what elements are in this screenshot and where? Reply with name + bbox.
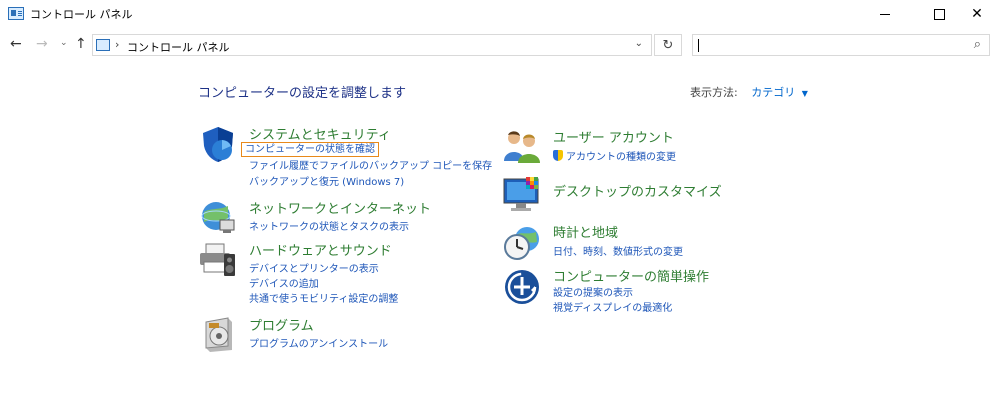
view-by-label: 表示方法: [690,86,738,99]
category-title[interactable]: ネットワークとインターネット [249,198,431,217]
control-panel-icon [8,7,24,20]
category-link[interactable]: 日付、時刻、数値形式の変更 [553,243,683,258]
network-globe-icon[interactable] [198,196,238,236]
category-title[interactable]: 時計と地域 [553,222,618,241]
minimize-button[interactable] [862,0,908,28]
forward-button[interactable]: → [36,36,48,52]
shield-icon[interactable] [198,124,238,164]
category-link-label[interactable]: アカウントの種類の変更 [566,152,676,163]
category-link[interactable]: ネットワークの状態とタスクの表示 [249,218,409,233]
window-title: コントロール パネル [30,8,133,21]
category-link[interactable]: バックアップと復元 (Windows 7) [249,173,404,188]
category-link[interactable]: コンピューターの状態を確認 [241,140,379,157]
chevron-down-icon[interactable]: ▼ [802,89,808,98]
view-by: 表示方法: カテゴリ ▼ [690,84,808,100]
desktop-color-icon[interactable] [502,175,542,215]
refresh-button[interactable]: ↻ [654,34,682,56]
printer-speaker-icon[interactable] [198,240,238,280]
category-title[interactable]: プログラム [249,315,314,334]
search-icon[interactable]: ⌕ [974,37,981,52]
users-icon[interactable] [502,127,542,167]
category-title[interactable]: ハードウェアとサウンド [249,240,392,259]
control-panel-icon [96,39,110,51]
category-title[interactable]: ユーザー アカウント [553,127,674,146]
category-title[interactable]: デスクトップのカスタマイズ [553,181,722,200]
category-link[interactable]: ファイル履歴でファイルのバックアップ コピーを保存 [249,157,492,172]
maximize-icon [933,8,945,20]
clock-globe-icon[interactable] [502,222,542,262]
programs-icon[interactable] [198,314,238,354]
category-link-focused[interactable]: コンピューターの状態を確認 [241,142,379,157]
category-link[interactable]: 共通で使うモビリティ設定の調整 [249,290,398,305]
title-bar: コントロール パネル ✕ [0,0,1000,28]
navigation-bar: ← → ⌄ ↑ › コントロール パネル ⌄ ↻ ⌕ [0,28,1000,62]
category-link[interactable]: デバイスとプリンターの表示 [249,260,379,275]
uac-shield-icon [553,150,563,161]
category-link[interactable]: 視覚ディスプレイの最適化 [553,299,672,314]
back-button[interactable]: ← [10,36,22,52]
recent-locations-button[interactable]: ⌄ [60,38,68,48]
view-by-dropdown[interactable]: カテゴリ [751,86,795,99]
page-title: コンピューターの設定を調整します [198,86,407,101]
close-button[interactable]: ✕ [954,0,1000,28]
category-link[interactable]: 設定の提案の表示 [553,284,633,299]
minimize-icon [880,13,890,15]
category-title[interactable]: コンピューターの簡単操作 [553,266,709,285]
category-link[interactable]: アカウントの種類の変更 [553,148,676,163]
category-link[interactable]: プログラムのアンインストール [249,335,388,350]
breadcrumb-control-panel[interactable]: コントロール パネル [127,39,230,55]
text-caret [698,39,699,52]
up-button[interactable]: ↑ [75,36,87,52]
search-input[interactable]: ⌕ [692,34,990,56]
address-dropdown-button[interactable]: ⌄ [635,38,643,49]
category-link[interactable]: デバイスの追加 [249,275,319,290]
accessibility-icon[interactable] [502,266,542,306]
address-field[interactable]: › コントロール パネル ⌄ [92,34,652,56]
breadcrumb-separator[interactable]: › [115,38,119,51]
